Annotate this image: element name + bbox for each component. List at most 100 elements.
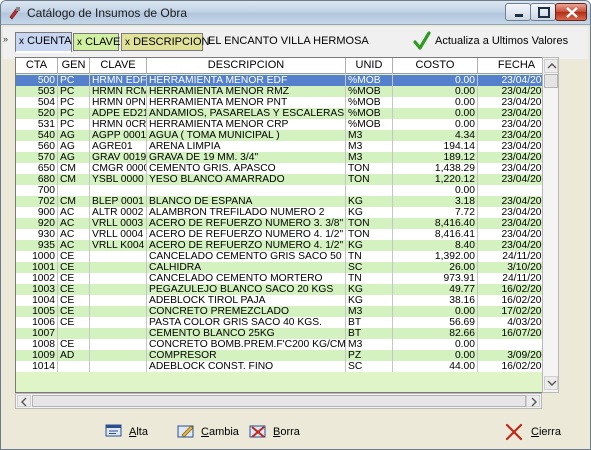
cell-descripcion: GRAVA DE 19 MM. 3/4": [147, 152, 346, 163]
cell-gen: AC: [58, 207, 90, 218]
column-header-descripcion[interactable]: DESCRIPCION: [147, 58, 346, 74]
table-row[interactable]: 503 PC HRMN RCM HERRAMIENTA MENOR RMZ %MOB 0.…: [16, 86, 556, 97]
scroll-left-arrow[interactable]: [17, 395, 31, 407]
maximize-button[interactable]: [530, 3, 556, 21]
table-row[interactable]: 1005 CE CONCRETO PREMEZCLADO M3 0.00 17/02/20…: [16, 306, 556, 317]
column-header-cta[interactable]: CTA: [16, 58, 58, 74]
actualiza-button[interactable]: Actualiza a Ultimos Valores: [411, 29, 583, 55]
cell-descripcion: CEMENTO BLANCO 25KG: [147, 328, 346, 339]
cell-descripcion: HERRAMIENTA MENOR EDF: [147, 75, 346, 86]
table-row[interactable]: 504 PC HRMN 0PN HERRAMIENTA MENOR PNT %MOB 0.…: [16, 97, 556, 108]
cell-costo: 56.69: [393, 317, 478, 328]
table-row[interactable]: 520 PC ADPE ED21 ANDAMIOS, PASARELAS Y ESCA…: [16, 108, 556, 119]
cell-cta: 503: [16, 86, 58, 97]
cell-unid: PZ: [346, 350, 393, 361]
cambia-hotkey: C: [201, 426, 209, 438]
cierra-button[interactable]: Cierra: [505, 421, 565, 443]
cell-cta: 1001: [16, 262, 58, 273]
table-row[interactable]: 1002 CE CANCELADO CEMENTO MORTERO TN 973.91 2…: [16, 273, 556, 284]
table-row[interactable]: 1001 CE CALHIDRA SC 26.00 3/10/2005: [16, 262, 556, 273]
table-row[interactable]: 702 CM BLEP 0001 BLANCO DE ESPAÑA KG 3.18 23/0…: [16, 196, 556, 207]
cell-descripcion: HERRAMIENTA MENOR CRP: [147, 119, 346, 130]
table-row[interactable]: 680 CM YSBL 0000 YESO BLANCO AMARRADO TON 1,2…: [16, 174, 556, 185]
table-row[interactable]: 920 AC VRLL 0003 ACERO DE REFUERZO NUMERO 3…: [16, 218, 556, 229]
close-icon: [566, 7, 578, 18]
table-row[interactable]: 650 CM CMGR 0000 CEMENTO GRIS. APASCO TON 1,4…: [16, 163, 556, 174]
cell-cta: 1002: [16, 273, 58, 284]
vertical-scrollbar[interactable]: [542, 57, 559, 393]
table-row[interactable]: 930 AC VRLL 0004 ACERO DE REFUERZO NUMERO 4…: [16, 229, 556, 240]
cell-costo: 8.40: [393, 240, 478, 251]
cell-unid: %MOB: [346, 97, 393, 108]
table-row[interactable]: 1007 CEMENTO BLANCO 25KG BT 82.66 16/07/2005: [16, 328, 556, 339]
cell-costo: 44.00: [393, 361, 478, 372]
table-row[interactable]: 1009 AD COMPRESOR PZ 0.00 3/09/2004: [16, 350, 556, 361]
borra-label: Borra: [273, 426, 300, 438]
cell-clave: VRLL K004: [90, 240, 147, 251]
borra-button[interactable]: Borra: [249, 421, 301, 443]
column-header-costo[interactable]: COSTO: [393, 58, 478, 74]
cell-costo: 1,438.29: [393, 163, 478, 174]
cell-gen: PC: [58, 108, 90, 119]
cell-cta: 702: [16, 196, 58, 207]
table-row[interactable]: 7000.00/ /: [16, 185, 556, 196]
table-row[interactable]: 560 AG AGRE01 ARENA LIMPIA M3 194.14 23/04/200…: [16, 141, 556, 152]
tab-descripcion[interactable]: x DESCRIPCION: [121, 33, 209, 51]
cell-cta: 560: [16, 141, 58, 152]
cell-gen: AG: [58, 152, 90, 163]
cell-cta: 1005: [16, 306, 58, 317]
close-x-icon: [505, 423, 523, 441]
table-row[interactable]: 570 AG GRAV 0019 GRAVA DE 19 MM. 3/4" M3 189.…: [16, 152, 556, 163]
scroll-up-arrow[interactable]: [544, 59, 558, 73]
cierra-hotkey: C: [531, 426, 539, 438]
table-row[interactable]: 1014 ADEBLOCK CONST. FINO SC 44.00 16/02/200…: [16, 361, 556, 372]
cell-clave: [90, 251, 147, 262]
cell-clave: [90, 295, 147, 306]
scroll-right-arrow[interactable]: [526, 395, 540, 407]
column-header-clave[interactable]: CLAVE: [90, 58, 147, 74]
table-row[interactable]: 500 PC HRMN EDF HERRAMIENTA MENOR EDF %MOB 0.…: [16, 75, 556, 86]
insumos-grid[interactable]: CTA GEN CLAVE DESCRIPCION UNID COSTO FECHA 500…: [15, 57, 557, 393]
scroll-down-arrow[interactable]: [544, 376, 558, 390]
horizontal-scroll-thumb[interactable]: [32, 395, 526, 407]
cell-cta: 650: [16, 163, 58, 174]
cell-gen: AG: [58, 130, 90, 141]
horizontal-scrollbar[interactable]: [15, 393, 542, 409]
cell-gen: PC: [58, 97, 90, 108]
cambia-button[interactable]: Cambia: [177, 421, 241, 443]
cell-gen: CM: [58, 174, 90, 185]
minimize-button[interactable]: [505, 3, 531, 21]
cell-clave: VRLL 0004: [90, 229, 147, 240]
table-row[interactable]: 540 AG AGPP 0001 AGUA ( TOMA MUNICIPAL ) M3 4…: [16, 130, 556, 141]
alta-button[interactable]: Alta: [105, 421, 157, 443]
table-row[interactable]: 1004 CE ADEBLOCK TIROL PAJA KG 38.16 16/02/20…: [16, 295, 556, 306]
cell-clave: HRMN RCM: [92, 86, 147, 97]
cell-cta: 531: [16, 119, 58, 130]
vertical-scroll-thumb[interactable]: [544, 74, 558, 88]
tab-cuenta[interactable]: x CUENTA: [15, 32, 72, 53]
cell-clave: [90, 284, 147, 295]
cell-cta: 1004: [16, 295, 58, 306]
column-header-unid[interactable]: UNID: [346, 58, 393, 74]
tab-clave[interactable]: x CLAVE: [73, 33, 120, 51]
chevron-left-icon: [21, 397, 27, 407]
table-row[interactable]: 1003 CE PEGAZULEJO BLANCO SACO 20 KGS KG 49.…: [16, 284, 556, 295]
cell-clave: [90, 317, 147, 328]
actualiza-label: Actualiza a Ultimos Valores: [435, 35, 569, 47]
table-row[interactable]: 531 PC HRMN 0CR HERRAMIENTA MENOR CRP %MOB 0.…: [16, 119, 556, 130]
table-row[interactable]: 1006 CE PASTA COLOR GRIS SACO 40 KGS. BT 56.…: [16, 317, 556, 328]
app-icon: [9, 7, 20, 20]
table-row[interactable]: 1000 CE CANCELADO CEMENTO GRIS SACO 50 KG T…: [16, 251, 556, 262]
cell-cta: 570: [16, 152, 58, 163]
table-row[interactable]: 935 AC VRLL K004 ACERO DE REFUERZO NUMERO 4…: [16, 240, 556, 251]
cell-costo: 3.18: [393, 196, 478, 207]
column-header-gen[interactable]: GEN: [58, 58, 90, 74]
cell-clave: [90, 185, 147, 196]
cell-cta: 900: [16, 207, 58, 218]
window-close-button[interactable]: [555, 3, 587, 21]
cell-clave: [90, 361, 147, 372]
obra-name: EL ENCANTO VILLA HERMOSA: [208, 35, 369, 47]
table-row[interactable]: 900 AC ALTR 0002 ALAMBRON TREFILADO NUMERO …: [16, 207, 556, 218]
table-row[interactable]: 1008 CE CONCRETO BOMB.PREM.F'C200 KG/CM M3 0…: [16, 339, 556, 350]
tab-clave-x: x: [77, 37, 82, 48]
